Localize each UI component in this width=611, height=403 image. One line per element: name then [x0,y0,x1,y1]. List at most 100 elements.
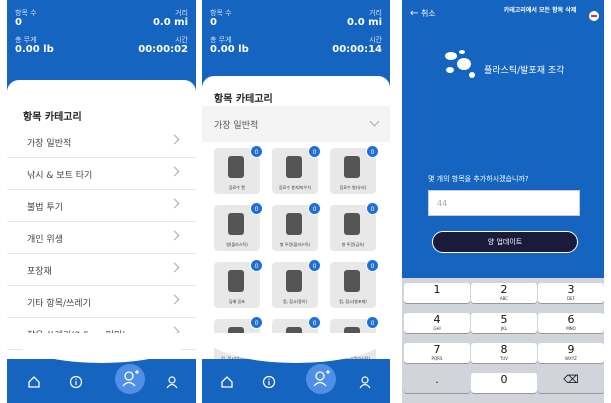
item-icon [228,156,244,178]
item-tile[interactable]: 0 컵, 접시(발포재) [330,259,379,308]
key-letters: MNO [566,326,576,331]
distance-value: 0.0 mi [346,17,382,28]
chevron-right-icon [169,134,180,145]
key-digit: 1 [433,283,441,296]
item-icon [228,213,244,235]
remove-icon[interactable] [589,11,599,21]
chevron-right-icon [169,294,180,305]
keypad-key[interactable]: 2 ABC [471,283,537,303]
back-arrow-icon: ← [410,8,419,19]
add-item-button[interactable] [306,364,336,394]
item-label: 병 뚜껑(금속) [341,242,365,247]
keypad-key[interactable]: 1 [404,283,470,303]
item-label: 음료수 캔 [229,185,245,190]
item-tile[interactable]: 0 음료수 봉지/파우치 [272,145,321,194]
key-digit: 0 [500,373,508,386]
cancel-label: 취소 [420,9,436,18]
item-tile[interactable]: 0 담배 꽁초 [214,259,263,308]
category-row[interactable]: 낚시 & 보트 타기 [7,158,196,190]
keypad-key[interactable]: 7 PQRS [404,343,470,363]
key-digit: 3 [567,283,575,296]
item-icon [286,270,302,292]
time-value: 00:00:02 [138,44,188,55]
item-label: 컵, 접시(발포재) [339,299,367,304]
info-icon[interactable] [69,375,83,389]
item-tile[interactable]: 0 병 뚜껑(플라스틱) [272,202,321,251]
key-letters: WXYZ [565,356,577,361]
item-tile[interactable]: 0 병(플라스틱) [214,202,263,251]
category-row[interactable]: 개인 위생 [7,222,196,254]
screenshot-collage: 항목 수 0 거리 0.0 mi 총 무게 0.00 lb 시간 00:00:0… [0,0,611,403]
keypad-key[interactable]: 6 MNO [538,313,604,333]
category-row[interactable]: 포장재 [7,254,196,286]
category-label: 포장재 [27,267,52,277]
key-digit: 5 [500,313,508,326]
add-person-icon [122,370,139,387]
count-badge: 0 [250,145,263,158]
add-item-button[interactable] [115,364,145,394]
item-icon [286,213,302,235]
keypad-key[interactable]: 9 WXYZ [538,343,604,363]
keypad-key[interactable]: 3 DEF [538,283,604,303]
home-icon[interactable] [27,375,41,389]
key-digit: ⌫ [563,373,579,386]
count-badge: 0 [250,316,263,329]
update-quantity-button[interactable]: 양 업데이트 [432,231,578,253]
category-row[interactable]: 가장 일반적 [7,126,196,158]
cancel-button[interactable]: ← 취소 [410,8,436,19]
keypad-key[interactable]: 0 [471,373,537,393]
chevron-right-icon [169,166,180,177]
item-label: 음료수 병(유리) [339,185,367,190]
item-icon [344,270,360,292]
plastic-fragments-icon [445,50,475,78]
section-title: 가장 일반적 [214,121,259,131]
category-row[interactable]: 기타 항목/쓰레기 [7,286,196,318]
bottom-nav [202,359,390,403]
bottom-nav [7,359,196,403]
keypad-key[interactable]: 4 GHI [404,313,470,333]
category-row[interactable]: 불법 투기 [7,190,196,222]
category-label: 가장 일반적 [27,139,72,149]
section-header[interactable]: 가장 일반적 [202,106,390,142]
time-value: 00:00:14 [332,44,382,55]
category-items-screen: 항목 수 0 거리 0.0 mi 총 무게 0.00 lb 시간 00:00:1… [202,0,390,403]
chevron-right-icon [169,198,180,209]
keypad-key[interactable]: . [404,373,470,393]
item-tile[interactable]: 0 음료수 병(유리) [330,145,379,194]
sheet-top [7,80,196,100]
key-letters: DEF [567,296,575,301]
stats-header: 항목 수 0 거리 0.0 mi 총 무게 0.00 lb 시간 00:00:0… [7,0,196,92]
chevron-right-icon [169,230,180,241]
quantity-placeholder: 44 [437,199,448,208]
key-digit: 7 [433,343,441,356]
item-label: 컵, 접시(종이) [282,299,308,304]
item-label: 담배 꽁초 [229,299,245,304]
profile-icon[interactable] [165,375,179,389]
key-digit: 2 [500,283,508,296]
profile-icon[interactable] [358,375,372,389]
key-letters: GHI [433,326,441,331]
item-tile[interactable]: 0 병 뚜껑(금속) [330,202,379,251]
home-icon[interactable] [220,375,234,389]
item-label: 병(플라스틱) [226,242,248,247]
quantity-screen: ← 취소 카테고리에서 모든 항목 삭제 플라스틱/발포재 조각 몇 개의 항목… [402,0,604,403]
quantity-input[interactable]: 44 [428,190,580,216]
key-letters: JKL [500,326,508,331]
count-badge: 0 [250,202,263,215]
count-badge: 0 [366,316,379,329]
key-digit: . [435,373,439,386]
count-badge: 0 [366,145,379,158]
key-letters: PQRS [431,356,443,361]
keypad-key[interactable]: 8 TUV [471,343,537,363]
info-icon[interactable] [262,375,276,389]
keypad-key[interactable]: 5 JKL [471,313,537,333]
item-icon [286,156,302,178]
item-tile[interactable]: 0 컵, 접시(종이) [272,259,321,308]
keypad-key[interactable]: ⌫ [538,373,604,393]
item-name: 플라스틱/발포재 조각 [484,66,565,76]
item-icon [228,270,244,292]
remove-all-label[interactable]: 카테고리에서 모든 항목 삭제 [496,7,584,15]
category-label: 기타 항목/쓰레기 [27,299,91,309]
item-tile[interactable]: 0 음료수 캔 [214,145,263,194]
distance-value: 0.0 mi [152,17,188,28]
